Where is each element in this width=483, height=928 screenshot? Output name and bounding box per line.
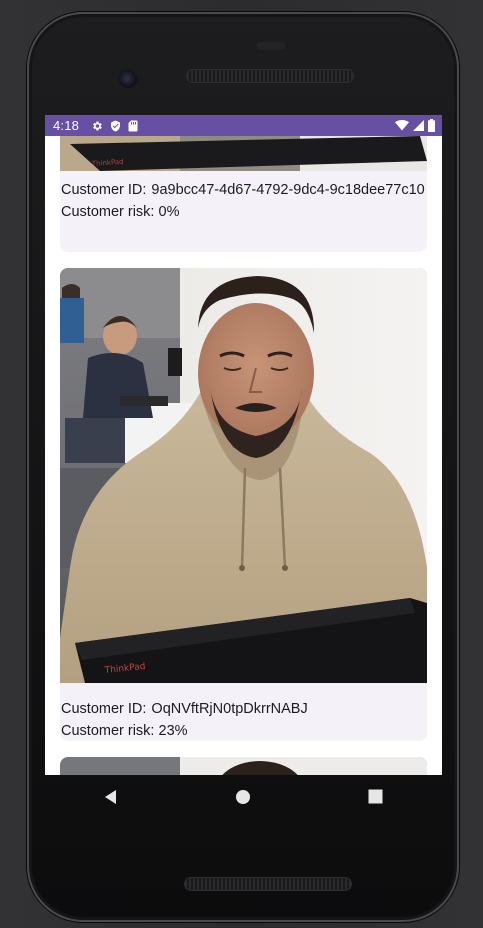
customer-risk-label: Customer risk: xyxy=(61,723,155,739)
customer-id-label: Customer ID: xyxy=(61,701,147,717)
emulator-stage: 4:18 ThinkPad Customer ID: 9a9bcc47-4d67… xyxy=(0,0,483,928)
customer-risk-label: Customer risk: xyxy=(61,204,155,220)
customer-id-row: Customer ID: 9a9bcc47-4d67-4792-9dc4-9c1… xyxy=(60,179,427,201)
wifi-icon xyxy=(395,120,409,131)
recents-icon xyxy=(368,789,383,809)
customer-card-details: Customer ID: OqNVftRjN0tpDkrrNABJ Custom… xyxy=(60,698,427,741)
shield-icon xyxy=(110,120,121,132)
battery-icon xyxy=(428,119,435,132)
recents-button[interactable] xyxy=(346,779,406,819)
status-system-icons xyxy=(395,119,435,132)
customer-photo xyxy=(60,757,427,775)
customer-id-row: Customer ID: OqNVftRjN0tpDkrrNABJ xyxy=(60,698,427,720)
gear-icon xyxy=(91,120,103,132)
front-camera-icon xyxy=(119,70,137,88)
system-navigation-bar xyxy=(45,775,442,823)
customer-id-value: OqNVftRjN0tpDkrrNABJ xyxy=(151,701,308,717)
proximity-sensor xyxy=(257,42,285,50)
sd-card-icon xyxy=(128,120,138,132)
customer-risk-row: Customer risk: 23% xyxy=(60,720,427,741)
customer-risk-value: 0% xyxy=(158,204,180,220)
customer-card[interactable]: ThinkPad Customer ID: 9a9bcc47-4d67-4792… xyxy=(60,136,427,252)
cellular-signal-icon xyxy=(413,120,424,131)
customer-card-details: Customer ID: 9a9bcc47-4d67-4792-9dc4-9c1… xyxy=(60,179,427,223)
back-icon xyxy=(103,789,119,810)
device-screen: 4:18 ThinkPad Customer ID: 9a9bcc47-4d67… xyxy=(45,115,442,775)
customer-photo: ThinkPad xyxy=(60,136,427,171)
bottom-speaker xyxy=(185,878,351,890)
customer-id-label: Customer ID: xyxy=(61,182,147,198)
back-button[interactable] xyxy=(81,779,141,819)
home-button[interactable] xyxy=(213,779,273,819)
customer-photo: ThinkPad xyxy=(60,268,427,683)
customer-risk-value: 23% xyxy=(158,723,188,739)
status-time: 4:18 xyxy=(53,118,80,133)
status-notification-icons xyxy=(91,120,138,132)
earpiece-speaker xyxy=(187,70,353,82)
customer-card[interactable]: ThinkPad Customer ID: OqNVftRjN0tpDkrrNA… xyxy=(60,268,427,741)
status-bar: 4:18 xyxy=(45,115,442,136)
customer-feed[interactable]: ThinkPad Customer ID: 9a9bcc47-4d67-4792… xyxy=(45,136,442,775)
customer-risk-row: Customer risk: 0% xyxy=(60,201,427,223)
customer-card[interactable] xyxy=(60,757,427,775)
home-icon xyxy=(235,789,251,810)
customer-id-value: 9a9bcc47-4d67-4792-9dc4-9c18dee77c10 xyxy=(151,182,425,198)
